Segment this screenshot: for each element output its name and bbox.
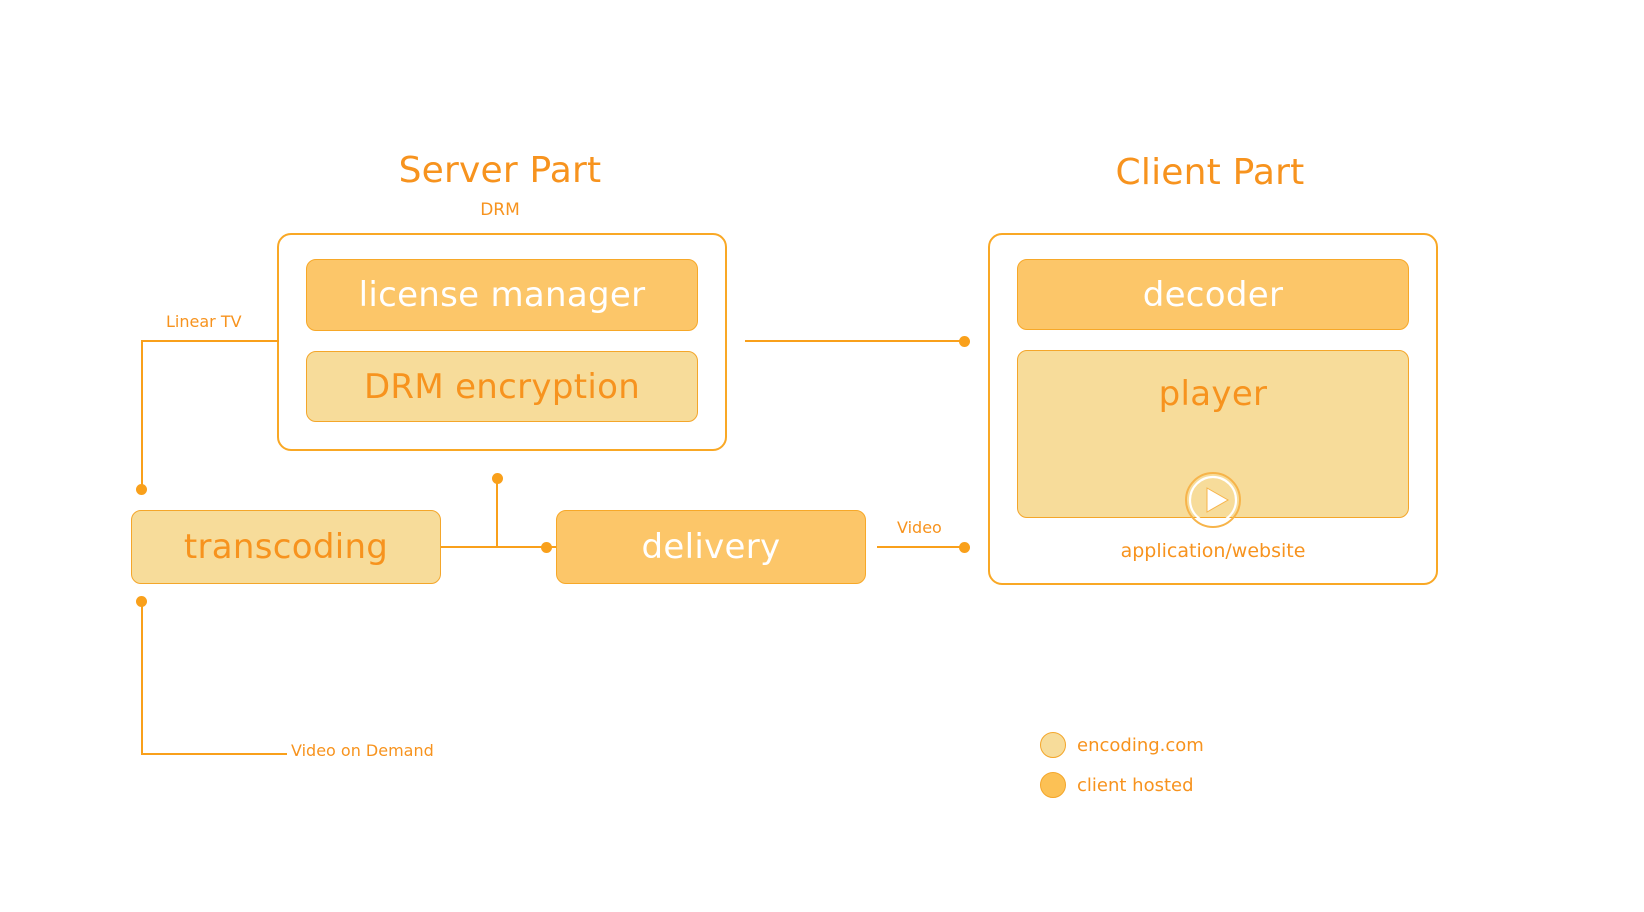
connector-linear-tv-horizontal bbox=[141, 340, 279, 342]
legend-label-client-hosted: client hosted bbox=[1077, 774, 1194, 796]
legend-label-encoding: encoding.com bbox=[1077, 734, 1204, 756]
legend-item-client-hosted: client hosted bbox=[1040, 765, 1204, 805]
connector-delivery-to-client bbox=[877, 546, 965, 548]
block-decoder[interactable]: decoder bbox=[1017, 259, 1409, 330]
edge-label-video-on-demand: Video on Demand bbox=[291, 741, 434, 760]
diagram-canvas: Server Part DRM license manager DRM encr… bbox=[0, 0, 1644, 912]
server-part-title: Server Part bbox=[398, 150, 602, 191]
edge-label-video: Video bbox=[897, 518, 942, 537]
connector-server-to-client bbox=[745, 340, 965, 342]
connector-dot-video-in bbox=[959, 542, 970, 553]
block-drm-encryption-label: DRM encryption bbox=[363, 366, 641, 407]
drm-group-label: DRM bbox=[480, 200, 520, 220]
block-player-label: player bbox=[1158, 374, 1268, 414]
block-drm-encryption[interactable]: DRM encryption bbox=[306, 351, 698, 422]
legend: encoding.com client hosted bbox=[1040, 725, 1204, 805]
connector-linear-tv-vertical bbox=[141, 340, 143, 490]
connector-dot-delivery-in bbox=[541, 542, 552, 553]
server-group-box: license manager DRM encryption bbox=[277, 233, 727, 451]
connector-vod-vertical bbox=[141, 601, 143, 755]
block-decoder-label: decoder bbox=[1142, 274, 1284, 315]
client-part-title: Client Part bbox=[1115, 152, 1305, 193]
block-delivery-label: delivery bbox=[641, 527, 781, 567]
connector-server-down-stub bbox=[496, 478, 498, 547]
block-delivery[interactable]: delivery bbox=[556, 510, 866, 584]
edge-label-linear-tv: Linear TV bbox=[166, 312, 242, 331]
legend-item-encoding: encoding.com bbox=[1040, 725, 1204, 765]
block-license-manager[interactable]: license manager bbox=[306, 259, 698, 331]
legend-swatch-icon-client-hosted bbox=[1040, 772, 1066, 798]
block-player[interactable]: player bbox=[1017, 350, 1409, 528]
connector-vod-horizontal bbox=[141, 753, 287, 755]
block-license-manager-label: license manager bbox=[358, 275, 646, 315]
legend-swatch-icon-encoding bbox=[1040, 732, 1066, 758]
connector-dot-client-in bbox=[959, 336, 970, 347]
block-transcoding-label: transcoding bbox=[183, 527, 389, 567]
application-website-label: application/website bbox=[1120, 540, 1306, 562]
connector-dot-linear-tv bbox=[136, 484, 147, 495]
block-transcoding[interactable]: transcoding bbox=[131, 510, 441, 584]
play-icon[interactable] bbox=[1184, 471, 1242, 529]
connector-transcoding-to-delivery bbox=[441, 546, 556, 548]
client-group-box: decoder player bbox=[988, 233, 1438, 585]
connector-dot-server-stub bbox=[492, 473, 503, 484]
